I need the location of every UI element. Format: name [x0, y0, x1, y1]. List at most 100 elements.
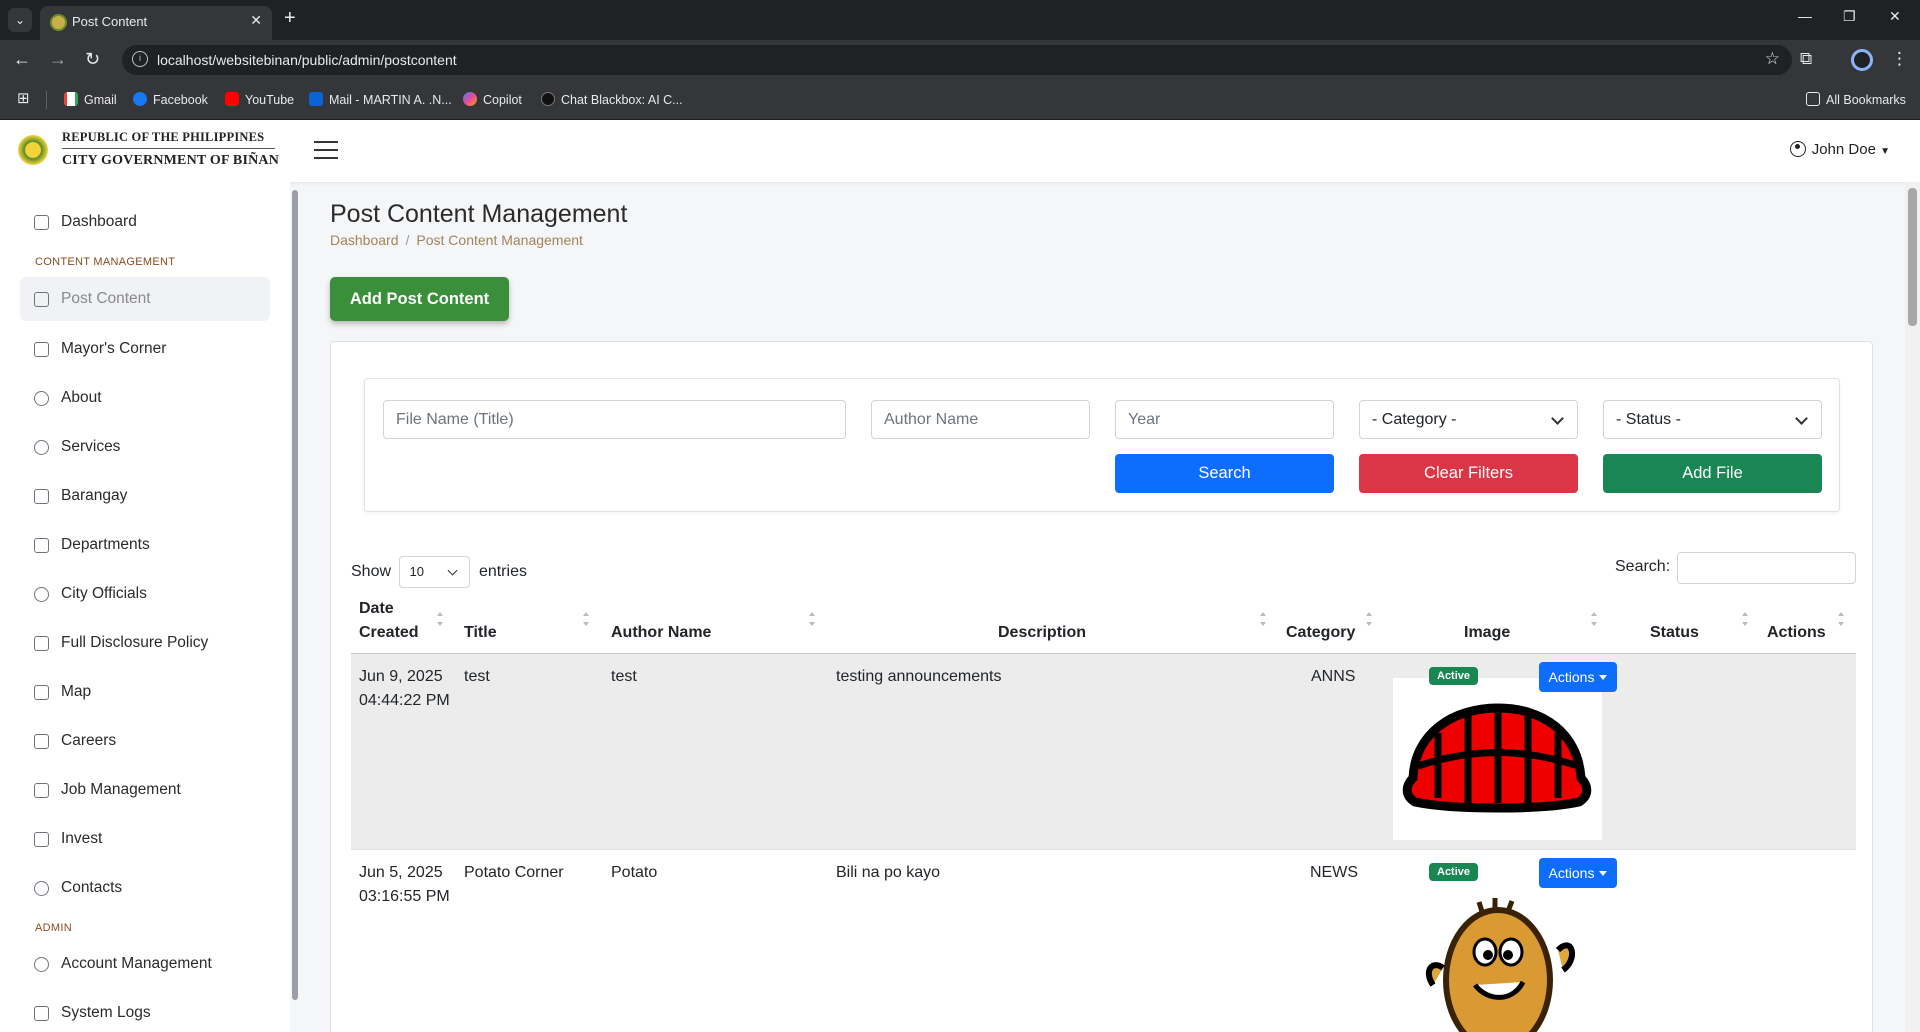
- author-name-input[interactable]: Author Name: [871, 400, 1090, 439]
- sort-icon[interactable]: [1260, 612, 1266, 626]
- cell-description: Bili na po kayo: [836, 864, 941, 881]
- city-seal-logo[interactable]: [18, 135, 48, 165]
- user-circle-icon: [1789, 141, 1806, 157]
- bookmark-label: Facebook: [153, 93, 208, 107]
- table-search-input[interactable]: [1677, 552, 1856, 584]
- url-text[interactable]: localhost/websitebinan/public/admin/post…: [157, 52, 457, 68]
- category-select[interactable]: - Category -: [1359, 400, 1578, 439]
- user-dropdown[interactable]: John Doe ▼: [1789, 141, 1890, 158]
- reload-icon[interactable]: ↻: [85, 49, 100, 70]
- column-header-description[interactable]: Description: [998, 621, 1086, 645]
- post-image-thumbnail[interactable]: [1413, 890, 1583, 1032]
- restore-icon[interactable]: ❐: [1843, 8, 1856, 25]
- show-entries: Show 10 entries: [351, 556, 527, 588]
- bookmark-label: YouTube: [245, 93, 295, 107]
- clear-filters-button[interactable]: Clear Filters: [1359, 454, 1578, 493]
- post-image-thumbnail[interactable]: [1393, 678, 1602, 840]
- browser-tab[interactable]: Post Content ✕: [40, 6, 272, 40]
- close-tab-icon[interactable]: ✕: [250, 12, 262, 29]
- column-header-status[interactable]: Status: [1650, 621, 1699, 645]
- sidebar-item-contacts[interactable]: Contacts: [20, 866, 270, 910]
- info-icon: [34, 391, 49, 406]
- close-window-icon[interactable]: ✕: [1889, 8, 1901, 25]
- sidebar-item-full-disclosure[interactable]: Full Disclosure Policy: [20, 621, 270, 665]
- show-label: Show: [351, 563, 392, 581]
- bookmark-outlook[interactable]: Mail - MARTIN A. .N...: [309, 92, 452, 107]
- sort-icon[interactable]: [809, 612, 815, 626]
- year-input[interactable]: Year: [1115, 400, 1334, 439]
- search-button[interactable]: Search: [1115, 454, 1334, 493]
- minimize-icon[interactable]: —: [1798, 8, 1812, 24]
- breadcrumb-dashboard-link[interactable]: Dashboard: [330, 232, 399, 248]
- profile-avatar-icon[interactable]: [1851, 49, 1873, 71]
- add-file-button[interactable]: Add File: [1603, 454, 1822, 493]
- column-header-image[interactable]: Image: [1464, 621, 1510, 645]
- bookmark-youtube[interactable]: YouTube: [225, 92, 294, 107]
- status-badge: Active: [1429, 667, 1479, 685]
- sidebar-item-label: Careers: [61, 732, 117, 749]
- sidebar-item-departments[interactable]: Departments: [20, 523, 270, 567]
- actions-dropdown-button[interactable]: Actions: [1539, 662, 1617, 692]
- sidebar-item-label: Mayor's Corner: [61, 340, 167, 357]
- back-icon[interactable]: ←: [13, 49, 31, 70]
- bookmark-gmail[interactable]: Gmail: [64, 92, 117, 107]
- column-header-author-name[interactable]: Author Name: [611, 621, 711, 645]
- sidebar-item-barangay[interactable]: Barangay: [20, 474, 270, 518]
- sidebar-item-careers[interactable]: Careers: [20, 719, 270, 763]
- sort-icon[interactable]: [437, 612, 443, 626]
- sidebar-item-map[interactable]: Map: [20, 670, 270, 714]
- actions-dropdown-button[interactable]: Actions: [1539, 858, 1617, 888]
- sidebar-item-city-officials[interactable]: City Officials: [20, 572, 270, 616]
- filter-panel: File Name (Title) Author Name Year - Cat…: [364, 378, 1840, 512]
- bookmark-facebook[interactable]: Facebook: [133, 92, 208, 107]
- folder-icon: [1806, 92, 1820, 106]
- file-name-input[interactable]: File Name (Title): [383, 400, 846, 439]
- cell-description: testing announcements: [836, 668, 1002, 685]
- all-bookmarks[interactable]: All Bookmarks: [1806, 92, 1906, 107]
- sidebar-item-invest[interactable]: Invest: [20, 817, 270, 861]
- bookmark-star-icon[interactable]: ☆: [1765, 49, 1780, 69]
- site-header: REPUBLIC OF THE PHILIPPINES CITY GOVERNM…: [0, 120, 1920, 182]
- bookmark-copilot[interactable]: Copilot: [463, 92, 522, 107]
- sort-icon[interactable]: [1366, 612, 1372, 626]
- extensions-icon[interactable]: ⧉: [1800, 49, 1812, 69]
- site-info-icon[interactable]: i: [132, 51, 148, 67]
- page-scrollbar-thumb[interactable]: [1908, 188, 1917, 326]
- forward-icon[interactable]: →: [49, 49, 67, 70]
- breadcrumb-current: Post Content Management: [416, 232, 583, 248]
- tab-search-button[interactable]: ⌄: [8, 8, 32, 32]
- sidebar-item-about[interactable]: About: [20, 376, 270, 420]
- sidebar-item-post-content[interactable]: Post Content: [20, 277, 270, 321]
- sidebar-item-services[interactable]: Services: [20, 425, 270, 469]
- bookmark-blackbox[interactable]: Chat Blackbox: AI C...: [541, 92, 683, 107]
- bookmark-label: Chat Blackbox: AI C...: [561, 93, 683, 107]
- facebook-icon: [133, 92, 147, 106]
- tab-title: Post Content: [72, 14, 148, 29]
- status-select[interactable]: - Status -: [1603, 400, 1822, 439]
- column-header-date-created[interactable]: Date Created: [359, 597, 429, 645]
- column-header-actions[interactable]: Actions: [1767, 621, 1826, 645]
- page-title: Post Content Management: [330, 200, 628, 228]
- sidebar-scrollbar[interactable]: [292, 190, 298, 1000]
- apps-grid-icon[interactable]: ⊞: [17, 89, 30, 107]
- bank-icon: [34, 538, 49, 553]
- sidebar-item-job-management[interactable]: Job Management: [20, 768, 270, 812]
- sort-icon[interactable]: [1742, 612, 1748, 626]
- sidebar-item-system-logs[interactable]: System Logs: [20, 991, 270, 1032]
- menu-kebab-icon[interactable]: ⋮: [1891, 49, 1908, 69]
- new-tab-icon[interactable]: +: [284, 7, 296, 30]
- sidebar-item-dashboard[interactable]: Dashboard: [20, 200, 270, 244]
- outlook-icon: [309, 92, 323, 106]
- hamburger-menu-icon[interactable]: [314, 141, 338, 160]
- sort-icon[interactable]: [1838, 612, 1844, 626]
- sidebar-item-mayors-corner[interactable]: Mayor's Corner: [20, 327, 270, 371]
- sort-icon[interactable]: [583, 612, 589, 626]
- address-bar[interactable]: i localhost/websitebinan/public/admin/po…: [122, 45, 1792, 75]
- sort-icon[interactable]: [1591, 612, 1597, 626]
- add-post-content-button[interactable]: Add Post Content: [330, 277, 509, 321]
- entries-select[interactable]: 10: [399, 556, 471, 588]
- column-header-category[interactable]: Category: [1286, 621, 1355, 645]
- phone-icon: [34, 881, 49, 896]
- sidebar-item-account-management[interactable]: Account Management: [20, 942, 270, 986]
- column-header-title[interactable]: Title: [464, 621, 497, 645]
